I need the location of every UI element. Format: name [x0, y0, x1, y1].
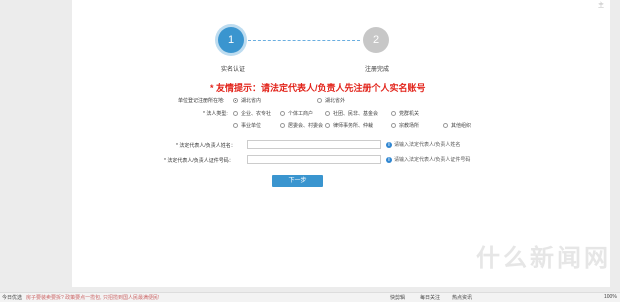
corner-text: 主	[598, 3, 605, 9]
legal-type-option-label: 律师事务所、仲裁	[333, 123, 374, 129]
step-connector	[248, 40, 360, 41]
legal-type-option-label: 社团、民非、基金会	[333, 111, 379, 117]
radio-icon[interactable]	[280, 123, 285, 128]
next-step-button[interactable]: 下一步	[272, 175, 323, 187]
legal-rep-id-input[interactable]	[247, 155, 381, 164]
legal-type-option-enterprise[interactable]: 企业、农专社	[233, 110, 271, 117]
legal-type-option-party[interactable]: 党群机关	[391, 110, 419, 117]
radio-icon[interactable]	[233, 111, 238, 116]
news-ticker[interactable]: 房子要装卖要拆? 政策要点一揽包, 只招揽到国人民最满便民!	[26, 294, 159, 301]
location-option-hubei-in[interactable]: 湖北省内	[233, 97, 261, 104]
friendly-notice: * 友情提示：请法定代表人/负责人先注册个人实名账号	[210, 83, 426, 93]
location-option-label: 湖北省内	[241, 98, 262, 104]
step-1-label: 实名认证	[221, 67, 246, 73]
legal-rep-id-hint-text: 请输入法定代表人/负责人证件号码	[394, 157, 471, 163]
legal-type-option-institution[interactable]: 事业单位	[233, 122, 261, 129]
legal-rep-name-hint: i 请输入法定代表人/负责人姓名	[386, 141, 460, 148]
info-icon: i	[386, 141, 392, 148]
zoom-level[interactable]: 100%	[604, 294, 617, 300]
radio-icon[interactable]	[317, 98, 322, 103]
status-item-daily-focus[interactable]: 每日关注	[420, 294, 440, 301]
legal-type-option-label: 个体工商户	[288, 111, 314, 117]
radio-icon[interactable]	[233, 123, 238, 128]
status-item-hot-news[interactable]: 热点资讯	[452, 294, 472, 301]
step-2-label: 注册完成	[365, 67, 390, 73]
radio-icon[interactable]	[443, 123, 448, 128]
legal-type-option-label: 其他组织	[451, 123, 472, 129]
legal-type-option-social[interactable]: 社团、民非、基金会	[325, 110, 378, 117]
info-icon: i	[386, 156, 392, 163]
radio-icon[interactable]	[391, 123, 396, 128]
legal-type-option-individual[interactable]: 个体工商户	[280, 110, 313, 117]
legal-type-option-label: 企业、农专社	[241, 111, 272, 117]
legal-type-option-label: 居委会、村委会	[288, 123, 324, 129]
radio-icon[interactable]	[325, 123, 330, 128]
legal-type-option-label: 党群机关	[399, 111, 420, 117]
legal-type-option-label: 事业单位	[241, 123, 262, 129]
legal-type-option-religious[interactable]: 宗教场所	[391, 122, 419, 129]
location-label: 单位登记注册所在地:	[178, 98, 225, 104]
location-option-label: 湖北省外	[325, 98, 346, 104]
radio-icon[interactable]	[391, 111, 396, 116]
legal-type-option-other[interactable]: 其他组织	[443, 122, 471, 129]
legal-type-option-committee[interactable]: 居委会、村委会	[280, 122, 323, 129]
legal-type-option-label: 宗教场所	[399, 123, 420, 129]
site-watermark: 什么新闻网	[476, 245, 611, 272]
legal-rep-name-label: * 法定代表人/负责人姓名：	[176, 143, 236, 149]
today-picks-label[interactable]: 今日优选	[2, 294, 22, 301]
legal-rep-id-hint: i 请输入法定代表人/负责人证件号码	[386, 156, 470, 163]
legal-type-option-law-firm[interactable]: 律师事务所、仲裁	[325, 122, 373, 129]
radio-icon[interactable]	[280, 111, 285, 116]
radio-icon[interactable]	[233, 98, 238, 103]
legal-rep-name-hint-text: 请输入法定代表人/负责人姓名	[394, 142, 461, 148]
location-option-hubei-out[interactable]: 湖北省外	[317, 97, 345, 104]
step-1-indicator: 1	[218, 27, 244, 53]
status-item-quick-edit[interactable]: 快剪辑	[390, 294, 405, 301]
legal-rep-name-input[interactable]	[247, 140, 381, 149]
legal-rep-id-label: * 法定代表人/负责人证件号码：	[164, 158, 234, 164]
radio-icon[interactable]	[325, 111, 330, 116]
legal-type-label: * 法人类型:	[203, 111, 228, 117]
step-2-indicator: 2	[363, 27, 389, 53]
